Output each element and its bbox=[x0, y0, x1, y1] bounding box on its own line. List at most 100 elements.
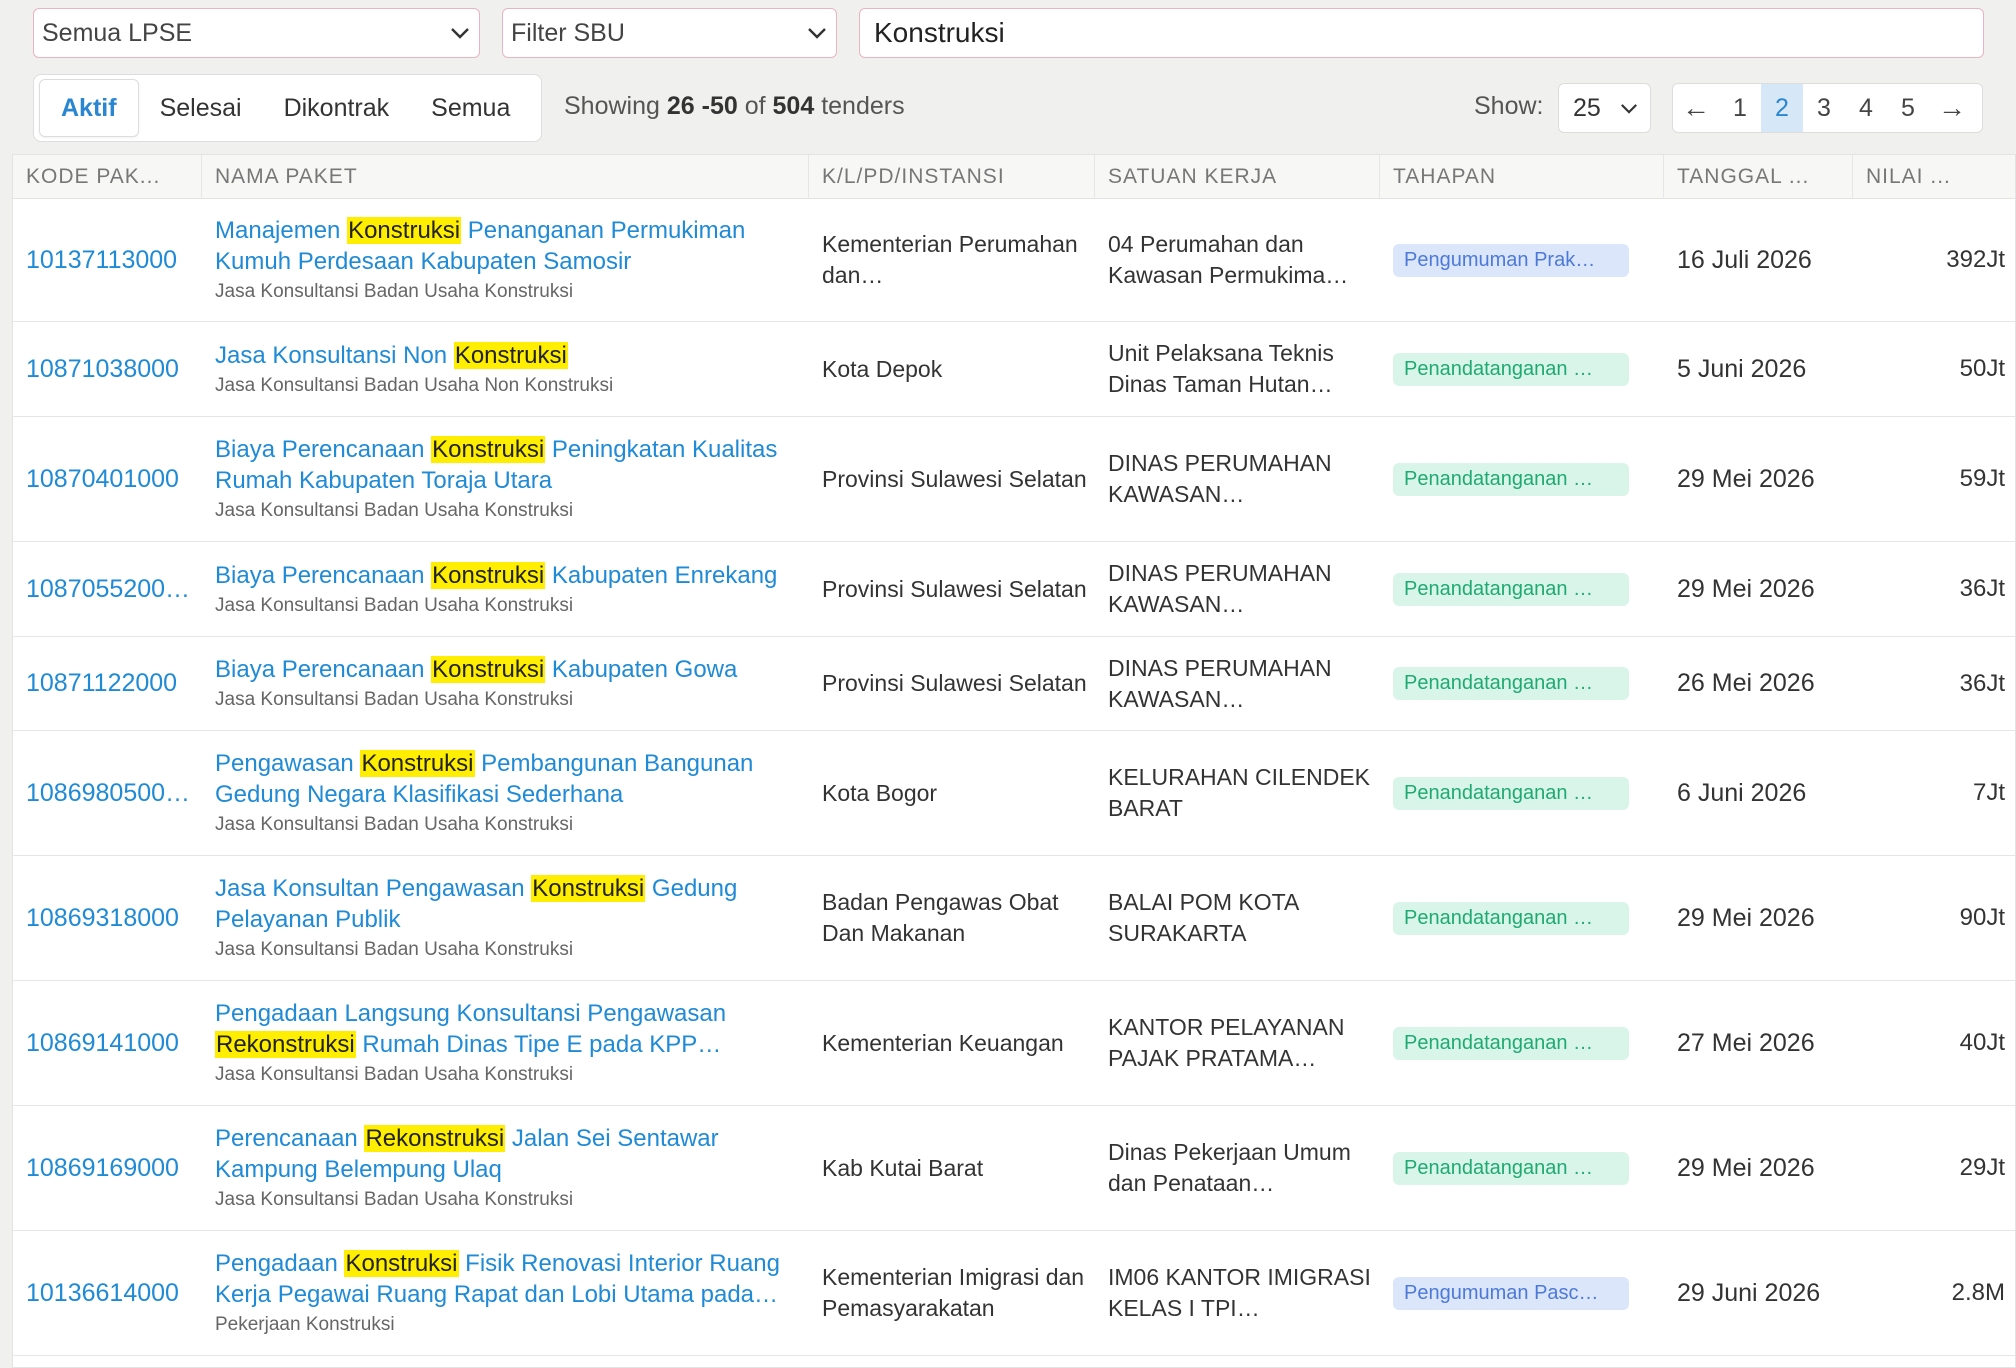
kode-paket-link[interactable]: 10871122000 bbox=[13, 637, 202, 730]
kode-paket-link[interactable]: 1086980500… bbox=[13, 731, 202, 855]
col-satker-header[interactable]: SATUAN KERJA bbox=[1095, 155, 1380, 198]
table-row[interactable]: 10869141000 Pengadaan Langsung Konsultans… bbox=[13, 981, 2015, 1106]
instansi-text: Kota Depok bbox=[822, 355, 943, 382]
kode-paket-link[interactable]: 10871038000 bbox=[13, 322, 202, 416]
col-instansi-header[interactable]: K/L/PD/INSTANSI bbox=[809, 155, 1095, 198]
nama-paket-link[interactable]: Biaya Perencanaan Konstruksi Kabupaten E… bbox=[215, 560, 777, 591]
next-page-button[interactable]: → bbox=[1929, 84, 1975, 132]
nilai-text: 90Jt bbox=[1959, 904, 2005, 931]
nama-paket-link[interactable]: Biaya Perencanaan Konstruksi Kabupaten G… bbox=[215, 654, 737, 685]
kategori-text: Jasa Konsultansi Badan Usaha Konstruksi bbox=[215, 939, 574, 960]
satker-text: KELURAHAN CILENDEK BARAT bbox=[1108, 764, 1371, 821]
tab-semua[interactable]: Semua bbox=[410, 80, 531, 136]
kode-paket-link[interactable]: 10870401000 bbox=[13, 417, 202, 541]
kode-paket-link[interactable]: 10137113000 bbox=[13, 199, 202, 321]
nama-paket-link[interactable]: Manajemen Konstruksi Penanganan Permukim… bbox=[215, 215, 799, 277]
nama-paket-cell: Pengadaan Langsung Konsultansi Pengawasa… bbox=[202, 981, 809, 1105]
nama-paket-cell: Manajemen Konstruksi Penanganan Permukim… bbox=[202, 199, 809, 321]
page-1-button[interactable]: 1 bbox=[1719, 84, 1761, 132]
page-4-button[interactable]: 4 bbox=[1845, 84, 1887, 132]
table-row[interactable]: 10869169000 Perencanaan Rekonstruksi Jala… bbox=[13, 1106, 2015, 1231]
nama-paket-cell: Pengawasan Konstruksi Pembangunan Bangun… bbox=[202, 731, 809, 855]
table-row[interactable]: 10871122000 Biaya Perencanaan Konstruksi … bbox=[13, 637, 2015, 731]
nama-paket-link[interactable]: Jasa Konsultan Pengawasan Konstruksi Ged… bbox=[215, 873, 799, 935]
nilai-text: 2.8M bbox=[1951, 1279, 2005, 1306]
instansi-text: Kota Bogor bbox=[822, 779, 938, 806]
col-tanggal-header[interactable]: TANGGAL ... bbox=[1664, 155, 1853, 198]
prev-page-button[interactable]: ← bbox=[1673, 84, 1719, 132]
table-row[interactable]: 10869318000 Jasa Konsultan Pengawasan Kon… bbox=[13, 856, 2015, 981]
chevron-down-icon bbox=[806, 22, 828, 44]
nilai-text: 40Jt bbox=[1959, 1029, 2005, 1056]
tahapan-badge: Penandatanganan … bbox=[1393, 572, 1629, 606]
table-row[interactable]: 1087055200… Biaya Perencanaan Konstruksi … bbox=[13, 542, 2015, 637]
kode-paket-link[interactable]: 10869141000 bbox=[13, 981, 202, 1105]
table-row[interactable]: 1086980500… Pengawasan Konstruksi Pembang… bbox=[13, 731, 2015, 856]
tab-dikontrak[interactable]: Dikontrak bbox=[263, 80, 411, 136]
table-row[interactable]: 10136614000 Pengadaan Konstruksi Fisik Re… bbox=[13, 1231, 2015, 1356]
kode-paket-link[interactable]: 1087055200… bbox=[13, 542, 202, 636]
tahapan-cell: Penandatanganan … bbox=[1380, 856, 1664, 980]
lpse-select-value: Semua LPSE bbox=[42, 18, 193, 47]
table-row[interactable]: 10137113000 Manajemen Konstruksi Penangan… bbox=[13, 199, 2015, 322]
tanggal-text: 16 Juli 2026 bbox=[1677, 245, 1812, 274]
tab-selesai[interactable]: Selesai bbox=[139, 80, 263, 136]
table-row[interactable]: 10870401000 Biaya Perencanaan Konstruksi … bbox=[13, 417, 2015, 542]
instansi-text: Badan Pengawas Obat Dan Makanan bbox=[822, 889, 1059, 946]
kategori-text: Jasa Konsultansi Badan Usaha Konstruksi bbox=[215, 281, 574, 302]
showing-suffix: tenders bbox=[821, 92, 905, 120]
satker-text: 04 Perumahan dan Kawasan Permukima… bbox=[1108, 231, 1349, 288]
kode-paket-link[interactable]: 10136614000 bbox=[13, 1231, 202, 1355]
nilai-text: 50Jt bbox=[1959, 355, 2005, 382]
tahapan-cell: Penandatanganan … bbox=[1380, 417, 1664, 541]
showing-of: of bbox=[744, 92, 766, 120]
tahapan-badge: Penandatanganan … bbox=[1393, 462, 1629, 496]
nama-paket-link[interactable]: Pengawasan Konstruksi Pembangunan Bangun… bbox=[215, 748, 799, 810]
nilai-text: 392Jt bbox=[1946, 246, 2005, 273]
chevron-down-icon bbox=[1618, 97, 1640, 119]
tanggal-text: 29 Juni 2026 bbox=[1677, 1278, 1821, 1307]
tahapan-badge: Pengumuman Prak… bbox=[1393, 243, 1629, 277]
tenders-table: KODE PAK... NAMA PAKET K/L/PD/INSTANSI S… bbox=[12, 154, 2016, 1368]
col-kode-header[interactable]: KODE PAK... bbox=[13, 155, 202, 198]
page-size-select[interactable]: 25 bbox=[1558, 83, 1651, 133]
tahapan-badge: Penandatanganan … bbox=[1393, 352, 1629, 386]
page-2-button[interactable]: 2 bbox=[1761, 84, 1803, 132]
instansi-text: Kementerian Imigrasi dan Pemasyarakatan bbox=[822, 1264, 1085, 1321]
tanggal-text: 29 Mei 2026 bbox=[1677, 574, 1815, 603]
nama-paket-cell: Biaya Perencanaan Konstruksi Kabupaten E… bbox=[202, 542, 809, 636]
instansi-text: Kab Kutai Barat bbox=[822, 1154, 984, 1181]
instansi-text: Kementerian Perumahan dan… bbox=[822, 231, 1078, 288]
nilai-text: 7Jt bbox=[1972, 779, 2005, 806]
page-3-button[interactable]: 3 bbox=[1803, 84, 1845, 132]
kode-paket-link[interactable]: 10869318000 bbox=[13, 856, 202, 980]
nama-paket-link[interactable]: Pengadaan Konstruksi Fisik Renovasi Inte… bbox=[215, 1248, 799, 1310]
nama-paket-link[interactable]: Jasa Konsultansi Non Konstruksi bbox=[215, 340, 568, 371]
satker-text: Dinas Pekerjaan Umum dan Penataan… bbox=[1108, 1139, 1351, 1196]
page-5-button[interactable]: 5 bbox=[1887, 84, 1929, 132]
nama-paket-link[interactable]: Pengadaan Langsung Konsultansi Pengawasa… bbox=[215, 998, 799, 1060]
tanggal-text: 29 Mei 2026 bbox=[1677, 1153, 1815, 1182]
tanggal-text: 6 Juni 2026 bbox=[1677, 778, 1807, 807]
nama-paket-link[interactable]: Perencanaan Rekonstruksi Jalan Sei Senta… bbox=[215, 1123, 799, 1185]
col-tahapan-header[interactable]: TAHAPAN bbox=[1380, 155, 1664, 198]
nama-paket-link[interactable]: Biaya Perencanaan Konstruksi Peningkatan… bbox=[215, 434, 799, 496]
chevron-down-icon bbox=[449, 22, 471, 44]
satker-text: BALAI POM KOTA SURAKARTA bbox=[1108, 889, 1299, 946]
kode-paket-link[interactable]: 10869169000 bbox=[13, 1106, 202, 1230]
tahapan-cell: Penandatanganan … bbox=[1380, 1106, 1664, 1230]
nama-paket-cell: Perencanaan Rekonstruksi Jalan Sei Senta… bbox=[202, 1106, 809, 1230]
col-nilai-header[interactable]: NILAI ... bbox=[1853, 155, 2016, 198]
page-size-value: 25 bbox=[1573, 93, 1601, 122]
sbu-select[interactable]: Filter SBU bbox=[502, 8, 837, 58]
nama-paket-cell: Jasa Konsultan Pengawasan Konstruksi Ged… bbox=[202, 856, 809, 980]
tahapan-cell: Pengumuman Pasc… bbox=[1380, 1231, 1664, 1355]
search-input[interactable] bbox=[860, 9, 1983, 57]
instansi-text: Provinsi Sulawesi Selatan bbox=[822, 670, 1087, 696]
tab-aktif[interactable]: Aktif bbox=[39, 79, 139, 137]
table-row[interactable]: 10871038000 Jasa Konsultansi Non Konstruk… bbox=[13, 322, 2015, 417]
tahapan-badge: Penandatanganan … bbox=[1393, 901, 1629, 935]
lpse-select[interactable]: Semua LPSE bbox=[33, 8, 480, 58]
col-nama-header[interactable]: NAMA PAKET bbox=[202, 155, 809, 198]
nama-paket-cell: Pengadaan Konstruksi Fisik Renovasi Inte… bbox=[202, 1231, 809, 1355]
